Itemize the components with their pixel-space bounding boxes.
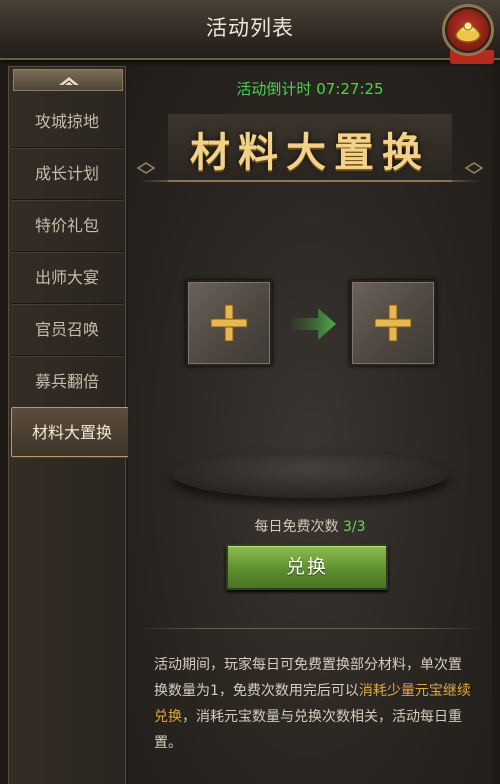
banner-divider xyxy=(138,180,482,182)
sidebar-item-special-pack[interactable]: 特价礼包 xyxy=(11,201,123,252)
sidebar-item-recruit-double[interactable]: 募兵翻倍 xyxy=(11,357,123,408)
page-title: 活动列表 xyxy=(206,16,294,40)
stone-pedestal xyxy=(172,450,448,498)
free-count-row: 每日免费次数 3/3 xyxy=(128,516,492,536)
source-material-slot[interactable] xyxy=(186,280,272,366)
description-text-2: ，消耗元宝数量与兑换次数相关，活动每日重置。 xyxy=(154,709,462,751)
sidebar-item-feast[interactable]: 出师大宴 xyxy=(11,253,123,304)
gold-gift-icon xyxy=(455,21,481,43)
target-material-slot[interactable] xyxy=(350,280,436,366)
scroll-up-button[interactable] xyxy=(13,69,123,91)
sidebar-item-material-exchange[interactable]: 材料大置换 xyxy=(11,407,140,457)
activity-sidebar: 攻城掠地 成长计划 特价礼包 出师大宴 官员召唤 募兵翻倍 材料大置换 xyxy=(8,66,140,784)
sidebar-item-officer-summon[interactable]: 官员召唤 xyxy=(11,305,123,356)
activity-panel: 活动倒计时 07:27:25 材料大置换 每日免费次数 3/3 兑换 活动期间，… xyxy=(128,66,492,784)
arrow-right-icon xyxy=(292,308,336,340)
chevron-up-icon xyxy=(59,77,79,87)
free-count-label: 每日免费次数 xyxy=(254,519,339,535)
countdown-timer: 活动倒计时 07:27:25 xyxy=(236,80,384,98)
activity-title: 材料大置换 xyxy=(190,129,430,176)
description-divider xyxy=(134,628,486,629)
sidebar-item-siege[interactable]: 攻城掠地 xyxy=(11,97,123,148)
gift-button[interactable] xyxy=(442,4,494,56)
plus-icon xyxy=(374,304,412,342)
sidebar-item-growth-plan[interactable]: 成长计划 xyxy=(11,149,123,200)
exchange-button[interactable]: 兑换 xyxy=(226,544,388,590)
plus-icon xyxy=(210,304,248,342)
activity-description: 活动期间，玩家每日可免费置换部分材料，单次置换数量为1，免费次数用完后可以消耗少… xyxy=(154,652,474,756)
free-count-value: 3/3 xyxy=(342,519,366,535)
